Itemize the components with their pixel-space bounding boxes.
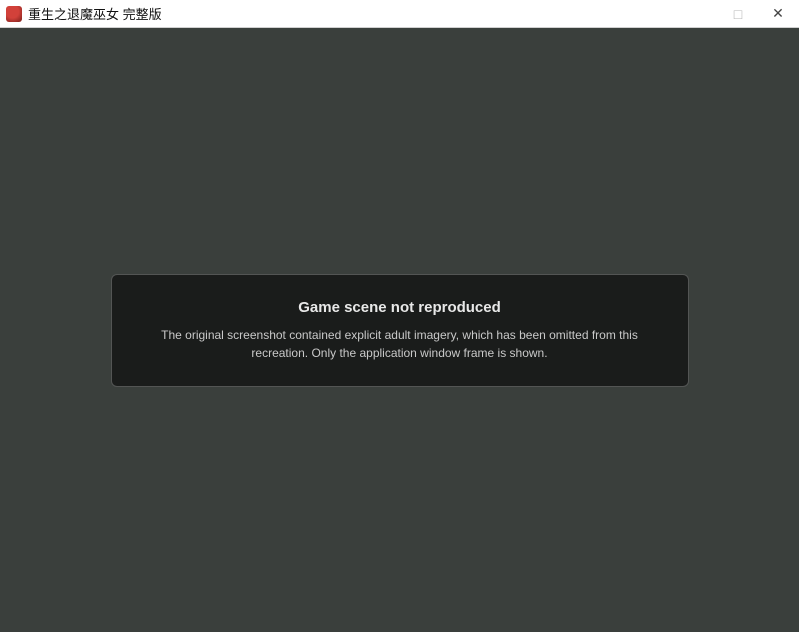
- placeholder-title: Game scene not reproduced: [140, 299, 660, 316]
- app-window: 重生之退魔巫女 完整版 □ ✕ Game scene not reproduce…: [0, 0, 799, 632]
- game-viewport: Game scene not reproduced The original s…: [0, 28, 799, 632]
- window-title: 重生之退魔巫女 完整版: [28, 4, 729, 23]
- content-placeholder: Game scene not reproduced The original s…: [111, 274, 689, 387]
- maximize-button[interactable]: □: [729, 5, 747, 23]
- placeholder-note: The original screenshot contained explic…: [140, 326, 660, 362]
- window-controls: □ ✕: [729, 5, 787, 23]
- app-icon: [6, 6, 22, 22]
- close-button[interactable]: ✕: [769, 5, 787, 23]
- title-bar[interactable]: 重生之退魔巫女 完整版 □ ✕: [0, 0, 799, 28]
